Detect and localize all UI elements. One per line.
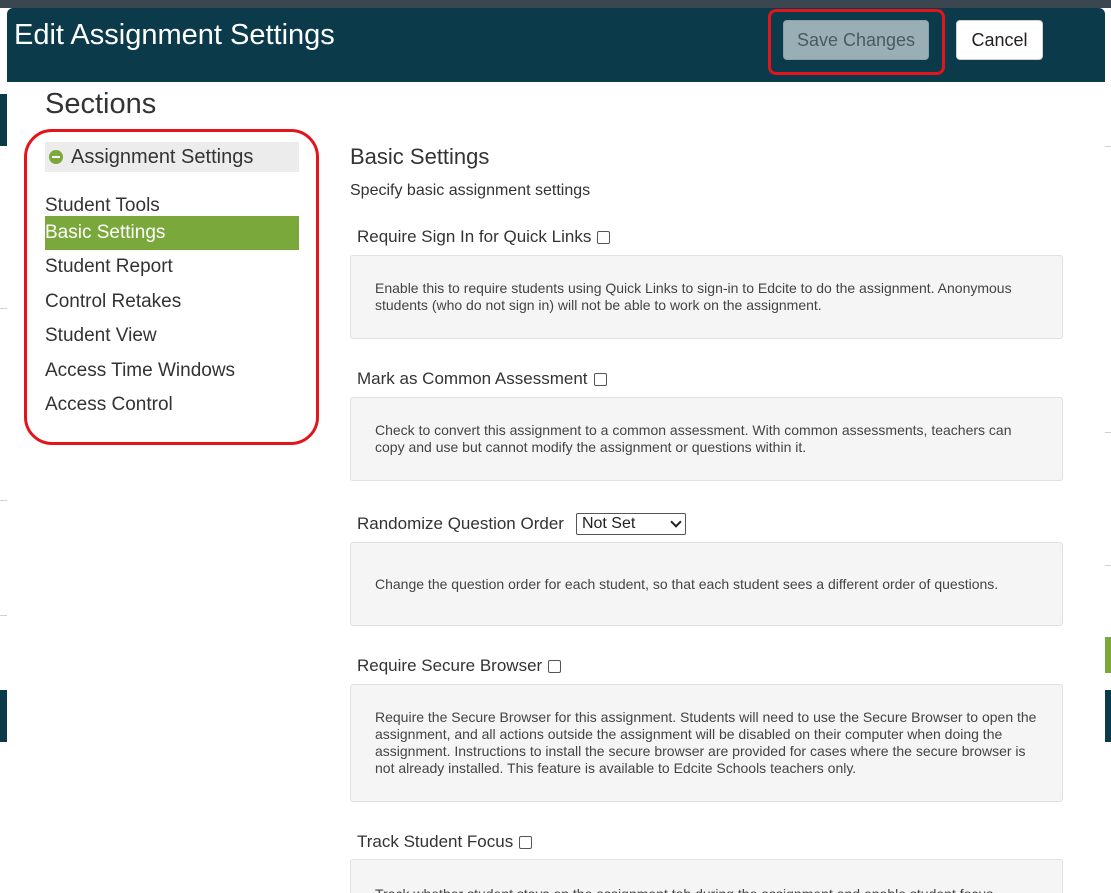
nav-item-access-time-windows[interactable]: Access Time Windows bbox=[45, 354, 299, 388]
save-button-highlight bbox=[768, 9, 945, 75]
select-value: Not Set bbox=[581, 515, 636, 532]
track-focus-checkbox[interactable] bbox=[519, 835, 533, 849]
setting-track-focus: Track Student Focus bbox=[357, 832, 533, 852]
sections-title: Sections bbox=[45, 88, 157, 120]
background-topbar bbox=[0, 0, 1111, 8]
setting-common-assessment: Mark as Common Assessment bbox=[357, 369, 607, 389]
setting-require-sign-in: Require Sign In for Quick Links bbox=[357, 227, 611, 247]
setting-description: Enable this to require students using Qu… bbox=[350, 255, 1063, 339]
collapse-minus-icon[interactable] bbox=[49, 150, 63, 164]
common-assessment-checkbox[interactable] bbox=[593, 372, 607, 386]
setting-randomize-order: Randomize Question Order Not Set bbox=[357, 513, 686, 535]
modal-title: Edit Assignment Settings bbox=[14, 19, 335, 51]
setting-description: Check to convert this assignment to a co… bbox=[350, 397, 1063, 481]
setting-description: Require the Secure Browser for this assi… bbox=[350, 684, 1063, 802]
modal-header: Edit Assignment Settings Save Changes Ca… bbox=[7, 8, 1105, 82]
randomize-order-select[interactable]: Not Set bbox=[575, 513, 686, 535]
secure-browser-checkbox[interactable] bbox=[548, 659, 562, 673]
setting-description: Change the question order for each stude… bbox=[350, 542, 1063, 626]
setting-label: Track Student Focus bbox=[357, 832, 514, 851]
nav-group-label: Assignment Settings bbox=[71, 145, 254, 168]
setting-description: Track whether student stays on the assig… bbox=[350, 859, 1063, 893]
setting-label: Require Secure Browser bbox=[357, 656, 543, 675]
require-sign-in-checkbox[interactable] bbox=[597, 230, 611, 244]
nav-item-student-view[interactable]: Student View bbox=[45, 319, 299, 353]
nav-item-access-control[interactable]: Access Control bbox=[45, 388, 299, 422]
nav-item-basic-settings[interactable]: Basic Settings bbox=[45, 216, 299, 250]
nav-group-assignment-settings[interactable]: Assignment Settings bbox=[45, 142, 299, 172]
edit-assignment-settings-modal: Edit Assignment Settings Save Changes Ca… bbox=[7, 8, 1105, 893]
content-title: Basic Settings bbox=[350, 144, 490, 169]
setting-label: Mark as Common Assessment bbox=[357, 369, 588, 388]
chevron-down-icon bbox=[670, 516, 682, 528]
nav-item-student-report[interactable]: Student Report bbox=[45, 250, 299, 284]
content-subtitle: Specify basic assignment settings bbox=[350, 182, 591, 199]
setting-secure-browser: Require Secure Browser bbox=[357, 656, 562, 676]
setting-label: Randomize Question Order bbox=[357, 514, 564, 533]
cancel-button[interactable]: Cancel bbox=[956, 20, 1043, 60]
setting-label: Require Sign In for Quick Links bbox=[357, 227, 592, 246]
nav-item-control-retakes[interactable]: Control Retakes bbox=[45, 285, 299, 319]
